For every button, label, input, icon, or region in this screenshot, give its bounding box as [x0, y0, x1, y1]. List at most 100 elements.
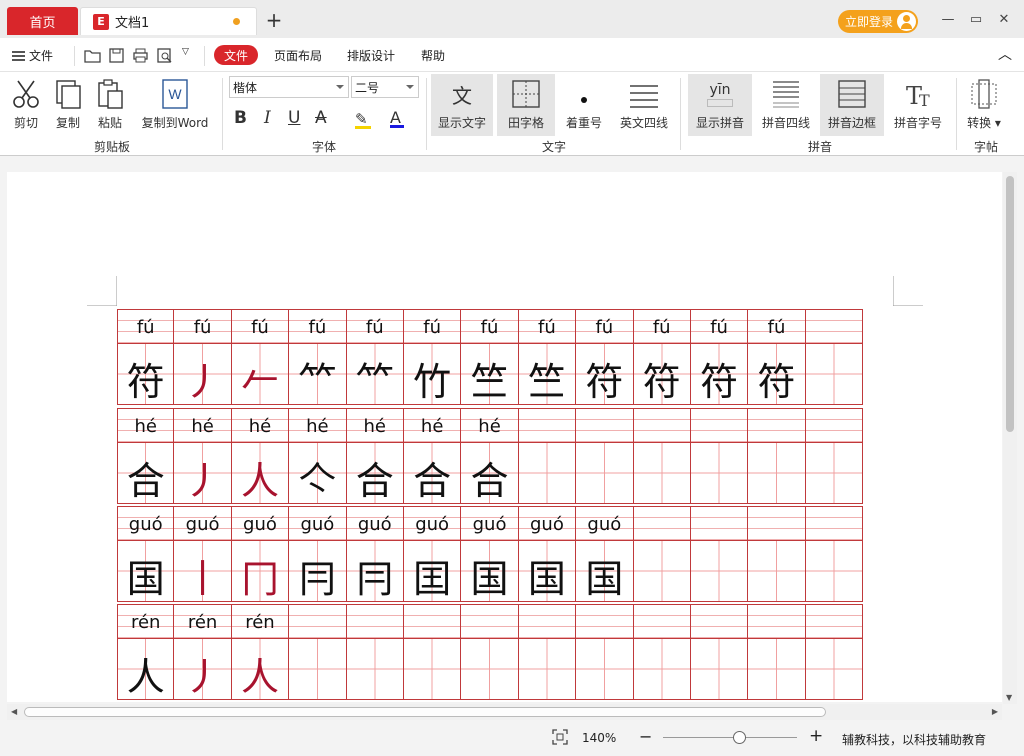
grid-cell[interactable]: fú 符 [576, 310, 634, 404]
copy-to-word-button[interactable]: W 复制到Word [138, 78, 212, 131]
tab-home[interactable]: 首页 [7, 7, 78, 35]
scroll-right-icon[interactable]: ▶ [992, 707, 998, 716]
grid-cell[interactable] [748, 605, 806, 699]
scroll-left-icon[interactable]: ◀ [11, 707, 17, 716]
grid-cell[interactable]: fú ⺮ [346, 310, 404, 404]
english-four-lines-button[interactable]: 英文四线 [616, 78, 672, 131]
grid-cell[interactable]: guó 冃 [289, 507, 347, 601]
grid-cell[interactable]: fú 符 [690, 310, 749, 404]
fit-page-icon[interactable] [552, 729, 568, 745]
grid-cell[interactable]: fú 符 [633, 310, 691, 404]
grid-cell[interactable] [748, 409, 806, 503]
cut-button[interactable]: 剪切 [8, 78, 44, 131]
grid-cell[interactable] [403, 605, 462, 699]
scroll-down-icon[interactable]: ▼ [1006, 693, 1012, 702]
grid-cell[interactable]: hé 亽 [289, 409, 347, 503]
login-button[interactable]: 立即登录 [838, 10, 918, 33]
pinyin-border-button[interactable]: 拼音边框 [820, 74, 884, 136]
grid-cell[interactable]: rén 人 [117, 605, 175, 699]
grid-cell[interactable]: rén 丿 [174, 605, 232, 699]
paste-button[interactable]: 粘贴 [92, 78, 128, 131]
grid-cell[interactable] [518, 605, 577, 699]
document-workspace[interactable]: fú 符 fú 丿 fú 𠂉 fú ⺮ fú ⺮ fú 竹 fú 竺 fú 竺 fú 符 fú 符 fú 符 fú 符 hé 合 h… [7, 172, 1002, 702]
collapse-ribbon-icon[interactable]: ︿ [998, 44, 1012, 64]
tab-document[interactable]: E 文档1 [80, 7, 257, 35]
grid-cell[interactable] [346, 605, 404, 699]
underline-icon[interactable]: U [288, 108, 300, 128]
pinyin-font-size-button[interactable]: TT 拼音字号 [890, 78, 946, 131]
font-size-select[interactable]: 二号 [351, 76, 419, 98]
grid-cell[interactable] [576, 409, 634, 503]
grid-cell[interactable]: guó 冃 [346, 507, 404, 601]
grid-cell[interactable]: fú 符 [748, 310, 806, 404]
grid-cell[interactable]: guó 丨 [174, 507, 232, 601]
emphasis-mark-button[interactable]: 着重号 [562, 78, 606, 131]
grid-cell[interactable] [748, 507, 806, 601]
grid-cell[interactable] [805, 310, 864, 404]
grid-cell[interactable]: guó 囯 [403, 507, 462, 601]
strikethrough-icon[interactable]: A [315, 108, 327, 128]
zoom-out-icon[interactable]: − [639, 727, 652, 746]
grid-cell[interactable]: hé 人 [231, 409, 290, 503]
grid-cell[interactable] [690, 605, 749, 699]
grid-cell[interactable]: guó 国 [576, 507, 634, 601]
grid-cell[interactable]: guó 国 [518, 507, 577, 601]
grid-cell[interactable] [805, 507, 864, 601]
tab-layout-design[interactable]: 排版设计 [347, 47, 395, 64]
grid-cell[interactable]: fú 符 [117, 310, 175, 404]
grid-cell[interactable]: hé 丿 [174, 409, 232, 503]
grid-cell[interactable]: hé 合 [117, 409, 175, 503]
grid-cell[interactable]: guó 国 [117, 507, 175, 601]
grid-cell[interactable]: fú 竹 [403, 310, 462, 404]
tian-grid-button[interactable]: 田字格 [497, 74, 555, 136]
grid-cell[interactable] [633, 605, 691, 699]
grid-cell[interactable] [690, 409, 749, 503]
grid-cell[interactable] [289, 605, 347, 699]
grid-cell[interactable]: guó 冂 [231, 507, 290, 601]
horizontal-scrollbar[interactable]: ◀ ▶ [7, 704, 1002, 720]
grid-cell[interactable]: fú 竺 [461, 310, 519, 404]
vertical-scrollbar[interactable]: ▼ [1003, 172, 1017, 704]
grid-cell[interactable] [805, 409, 864, 503]
minimize-icon[interactable]: — [940, 12, 956, 28]
grid-cell[interactable]: hé 合 [403, 409, 462, 503]
new-tab-button[interactable]: + [264, 9, 284, 31]
file-menu-button[interactable]: 文件 [12, 47, 53, 64]
grid-cell[interactable]: fú 竺 [518, 310, 577, 404]
grid-cell[interactable] [690, 507, 749, 601]
convert-button[interactable]: 转换 ▾ [962, 78, 1006, 131]
show-pinyin-button[interactable]: yīn 显示拼音 [688, 74, 752, 136]
scroll-thumb[interactable] [1006, 176, 1014, 432]
show-text-button[interactable]: 文 显示文字 [431, 74, 493, 136]
font-color-icon[interactable]: A [390, 108, 404, 128]
grid-cell[interactable]: fú 𠂉 [231, 310, 290, 404]
close-icon[interactable]: ✕ [996, 12, 1012, 28]
grid-cell[interactable] [461, 605, 519, 699]
grid-cell[interactable]: rén 人 [231, 605, 290, 699]
grid-cell[interactable] [518, 409, 577, 503]
zoom-in-icon[interactable]: + [809, 726, 823, 746]
grid-cell[interactable] [633, 507, 691, 601]
grid-cell[interactable]: fú 丿 [174, 310, 232, 404]
zoom-slider-thumb[interactable] [733, 731, 746, 744]
tab-help[interactable]: 帮助 [421, 47, 445, 64]
chevron-down-icon[interactable]: ▽ [182, 47, 189, 57]
print-preview-icon[interactable] [156, 47, 173, 64]
grid-cell[interactable]: hé 合 [346, 409, 404, 503]
scroll-thumb[interactable] [24, 707, 826, 717]
pinyin-four-lines-button[interactable]: 拼音四线 [758, 78, 814, 131]
italic-icon[interactable]: I [264, 108, 271, 128]
grid-cell[interactable]: fú ⺮ [289, 310, 347, 404]
maximize-icon[interactable]: ▭ [968, 12, 984, 28]
bold-icon[interactable]: B [234, 108, 247, 128]
grid-cell[interactable]: guó 国 [461, 507, 519, 601]
zoom-slider[interactable] [663, 737, 797, 738]
print-icon[interactable] [132, 47, 149, 64]
grid-cell[interactable]: hé 合 [461, 409, 519, 503]
grid-cell[interactable] [633, 409, 691, 503]
grid-cell[interactable] [576, 605, 634, 699]
font-family-select[interactable]: 楷体 [229, 76, 349, 98]
tab-file[interactable]: 文件 [214, 45, 258, 65]
grid-cell[interactable] [805, 605, 864, 699]
open-folder-icon[interactable] [84, 47, 101, 64]
